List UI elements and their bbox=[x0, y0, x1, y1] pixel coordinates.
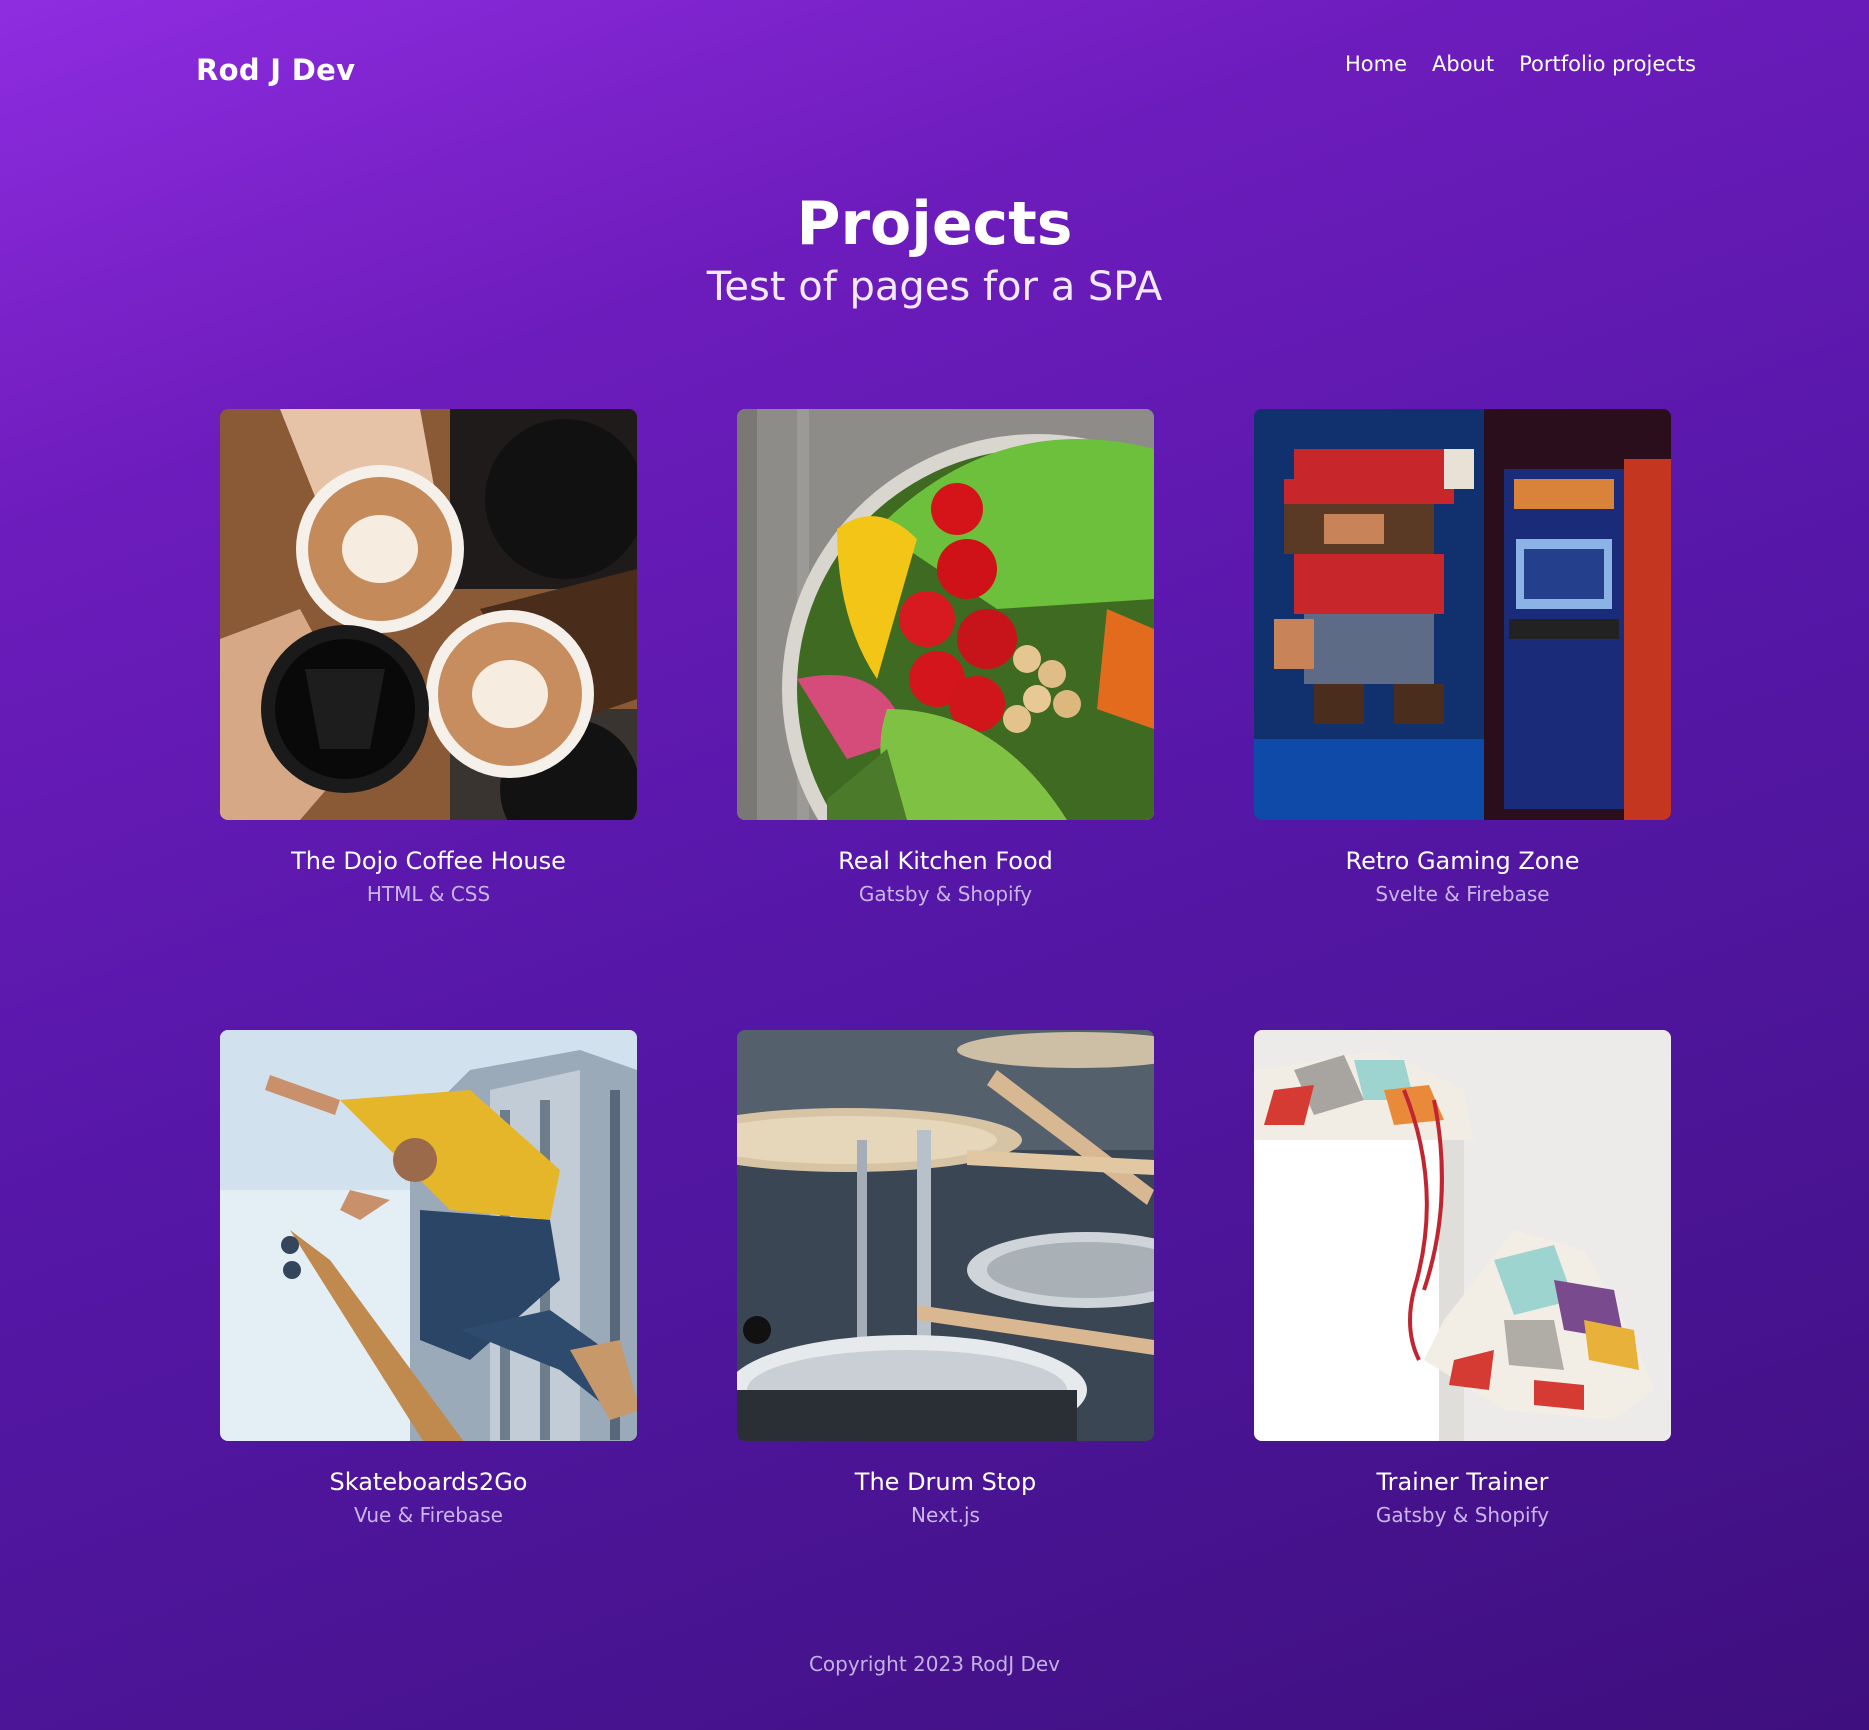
skateboarder-image bbox=[220, 1030, 637, 1441]
project-title: The Dojo Coffee House bbox=[291, 847, 566, 875]
project-tech: Next.js bbox=[911, 1503, 980, 1527]
nav-about-link[interactable]: About bbox=[1432, 52, 1494, 76]
hero-section: Projects Test of pages for a SPA bbox=[0, 188, 1869, 314]
project-title: Trainer Trainer bbox=[1376, 1468, 1549, 1496]
brand-logo-link[interactable]: Rod J Dev bbox=[196, 53, 355, 87]
project-card-retro-gaming-zone[interactable]: Retro Gaming Zone Svelte & Firebase bbox=[1254, 409, 1671, 1030]
project-tech: Gatsby & Shopify bbox=[858, 882, 1033, 906]
project-card-trainer-trainer[interactable]: Trainer Trainer Gatsby & Shopify bbox=[1254, 1030, 1671, 1651]
project-card-dojo-coffee-house[interactable]: The Dojo Coffee House HTML & CSS bbox=[220, 409, 637, 1030]
project-tech: Vue & Firebase bbox=[354, 1503, 503, 1527]
site-header: Rod J Dev Home About Portfolio projects bbox=[196, 46, 1696, 94]
projects-grid: The Dojo Coffee House HTML & CSS Real Ki… bbox=[220, 409, 1671, 1651]
drum-kit-image bbox=[737, 1030, 1154, 1441]
project-title: Retro Gaming Zone bbox=[1345, 847, 1580, 875]
page-title: Projects bbox=[796, 189, 1073, 259]
site-footer: Copyright 2023 RodJ Dev bbox=[0, 1652, 1869, 1676]
main-nav: Home About Portfolio projects bbox=[1345, 52, 1696, 76]
nav-portfolio-link[interactable]: Portfolio projects bbox=[1519, 52, 1696, 76]
project-tech: Gatsby & Shopify bbox=[1375, 1503, 1550, 1527]
project-card-real-kitchen-food[interactable]: Real Kitchen Food Gatsby & Shopify bbox=[737, 409, 1154, 1030]
copyright-text: Copyright 2023 RodJ Dev bbox=[808, 1652, 1061, 1676]
project-tech: HTML & CSS bbox=[366, 882, 491, 906]
project-title: Skateboards2Go bbox=[329, 1468, 528, 1496]
project-card-drum-stop[interactable]: The Drum Stop Next.js bbox=[737, 1030, 1154, 1651]
arcade-room-image bbox=[1254, 409, 1671, 820]
project-tech: Svelte & Firebase bbox=[1375, 882, 1550, 906]
project-title: Real Kitchen Food bbox=[838, 847, 1053, 875]
sneakers-image bbox=[1254, 1030, 1671, 1441]
project-card-skateboards2go[interactable]: Skateboards2Go Vue & Firebase bbox=[220, 1030, 637, 1651]
nav-home-link[interactable]: Home bbox=[1345, 52, 1407, 76]
coffee-cups-image bbox=[220, 409, 637, 820]
salad-bowl-image bbox=[737, 409, 1154, 820]
page-subtitle: Test of pages for a SPA bbox=[706, 264, 1163, 310]
project-title: The Drum Stop bbox=[854, 1468, 1037, 1496]
